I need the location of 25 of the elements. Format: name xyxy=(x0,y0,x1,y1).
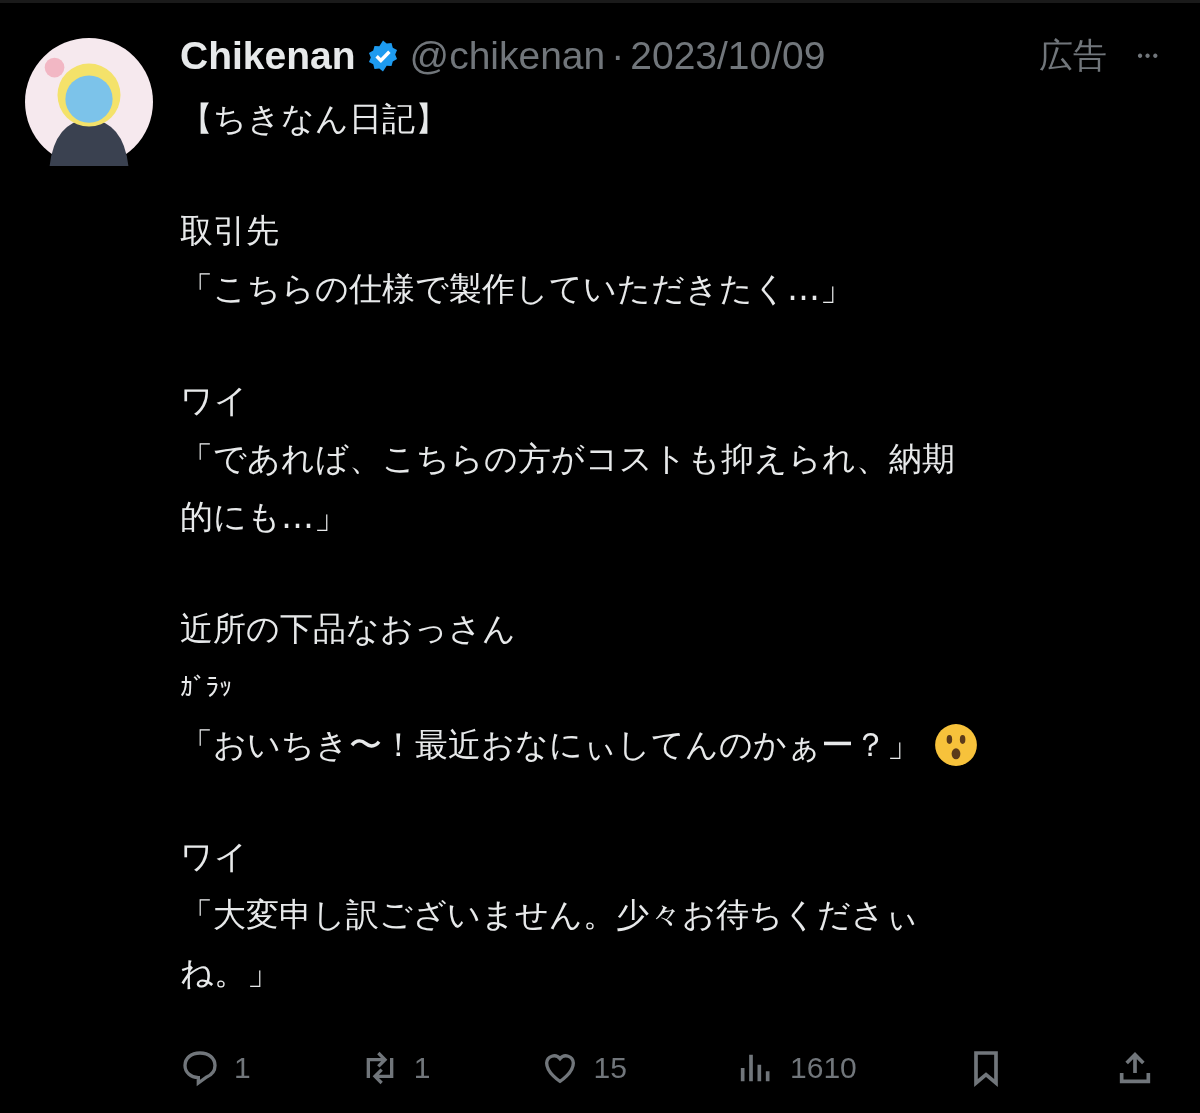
avatar[interactable] xyxy=(25,38,153,166)
post-text-line: 取引先 xyxy=(180,210,279,252)
separator-dot: · xyxy=(611,34,625,78)
reply-button[interactable]: 1 xyxy=(180,1048,251,1088)
post-text-line: 「であれば、こちらの方がコストも抑えられ、納期 xyxy=(180,438,955,480)
post-date[interactable]: 2023/10/09 xyxy=(630,34,826,78)
author-handle[interactable]: @chikenan xyxy=(409,34,606,78)
like-button[interactable]: 15 xyxy=(539,1048,627,1088)
post-text-line: ｶﾞﾗｯ xyxy=(180,671,232,704)
post-text-line: ワイ xyxy=(180,836,248,878)
post-text-line: 「大変申し訳ございません。少々お待ちくださぃ xyxy=(180,894,919,936)
post-text-line: 的にも…」 xyxy=(180,496,347,538)
post-text-line: ワイ xyxy=(180,380,248,422)
speech-bubble-icon xyxy=(180,1048,220,1088)
post-text-line: 「こちらの仕様で製作していただきたく…」 xyxy=(180,268,853,310)
ad-label: 広告 xyxy=(1039,34,1108,77)
post-text-line: ね。」 xyxy=(180,952,280,994)
repost-button[interactable]: 1 xyxy=(359,1048,431,1088)
author-name[interactable]: Chikenan xyxy=(180,34,356,78)
more-button[interactable]: ••• xyxy=(1117,47,1160,65)
surprised-face-icon xyxy=(934,723,978,767)
post-text-line: 【ちきなん日記】 xyxy=(180,98,448,140)
post-text-line: 近所の下品なおっさん xyxy=(180,608,516,650)
views-button[interactable]: 1610 xyxy=(736,1048,857,1088)
post-text-line: 「おいちき〜！最近おなにぃしてんのかぁー？」 xyxy=(180,724,920,766)
